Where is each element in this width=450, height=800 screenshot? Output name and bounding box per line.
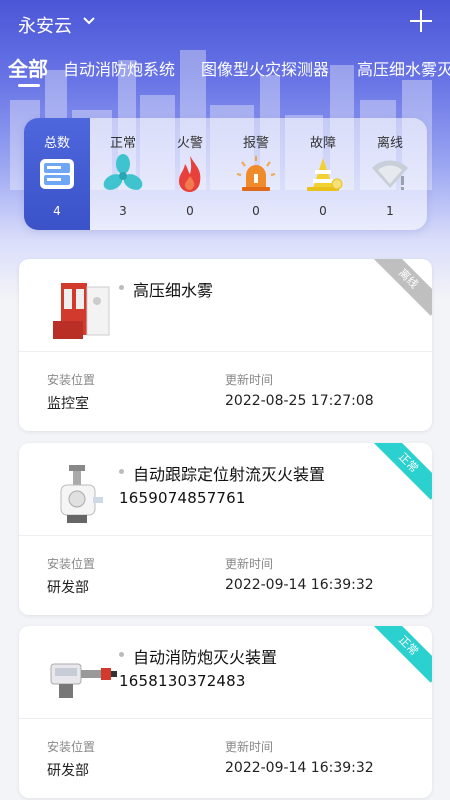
stat-fire[interactable]: 火警 0 — [157, 118, 223, 230]
location-label: 安装位置 — [47, 740, 96, 754]
header-background: 永安云 全部 自动消防炮系统 图像型火灾探测器 高压细水雾灭 总数 4 正常 3… — [0, 0, 450, 300]
stat-label: 正常 — [109, 136, 136, 151]
tab-high-pressure-mist[interactable]: 高压细水雾灭 — [357, 56, 450, 80]
status-badge: 正常 — [371, 626, 432, 683]
tab-all[interactable]: 全部 — [8, 56, 48, 82]
location-value: 研发部 — [47, 580, 89, 596]
chevron-down-icon[interactable] — [82, 14, 96, 28]
bullet-dot — [119, 652, 124, 657]
stat-offline[interactable]: 离线 1 — [357, 118, 423, 230]
location-label: 安装位置 — [47, 373, 96, 387]
siren-icon — [236, 156, 276, 191]
location-value: 监控室 — [47, 396, 89, 412]
stat-count: 0 — [252, 204, 260, 218]
bullet-dot — [119, 469, 124, 474]
device-code: 1658130372483 — [119, 672, 246, 690]
top-bar: 永安云 — [0, 0, 450, 48]
list-icon — [40, 159, 74, 189]
stat-label: 总数 — [43, 136, 70, 151]
device-name: 自动跟踪定位射流灭火装置 — [133, 465, 326, 484]
stat-label: 离线 — [376, 136, 403, 151]
status-badge: 正常 — [371, 443, 432, 500]
active-tab-indicator — [18, 84, 40, 87]
stat-normal[interactable]: 正常 3 — [90, 118, 156, 230]
category-tabs: 全部 自动消防炮系统 图像型火灾探测器 高压细水雾灭 — [0, 56, 450, 92]
status-summary: 总数 4 正常 3 火警 0 报警 0 故障 0 离线 1 — [24, 118, 427, 230]
device-name: 自动消防炮灭火装置 — [133, 648, 278, 667]
fire-cannon-image — [50, 663, 117, 698]
app-title[interactable]: 永安云 — [18, 12, 72, 38]
add-icon[interactable] — [410, 10, 432, 32]
updated-value: 2022-09-14 16:39:32 — [225, 577, 374, 593]
device-card[interactable]: 自动消防炮灭火装置 1658130372483 正常 安装位置 更新时间 研发部… — [19, 626, 432, 798]
location-label: 安装位置 — [47, 557, 96, 571]
water-mist-cabinet-image — [53, 283, 110, 339]
stat-total[interactable]: 总数 4 — [24, 118, 90, 230]
tab-image-fire-detector[interactable]: 图像型火灾探测器 — [201, 56, 329, 80]
stat-alarm[interactable]: 报警 0 — [223, 118, 289, 230]
device-card[interactable]: 自动跟踪定位射流灭火装置 1659074857761 正常 安装位置 更新时间 … — [19, 443, 432, 615]
cone-icon — [307, 158, 343, 191]
device-card[interactable]: 高压细水雾 离线 安装位置 更新时间 监控室 2022-08-25 17:27:… — [19, 259, 432, 431]
stat-fault[interactable]: 故障 0 — [290, 118, 356, 230]
stat-count: 0 — [186, 204, 194, 218]
stat-count: 0 — [319, 204, 327, 218]
divider — [19, 351, 432, 352]
bullet-dot — [119, 285, 124, 290]
location-value: 研发部 — [47, 763, 89, 779]
jet-extinguisher-image — [60, 465, 103, 523]
stat-count: 3 — [119, 204, 127, 218]
updated-value: 2022-08-25 17:27:08 — [225, 393, 374, 409]
stat-count: 4 — [53, 204, 61, 218]
device-name: 高压细水雾 — [133, 281, 214, 300]
stat-count: 1 — [386, 204, 394, 218]
divider — [19, 535, 432, 536]
updated-label: 更新时间 — [225, 557, 274, 571]
updated-label: 更新时间 — [225, 740, 274, 754]
stat-label: 火警 — [176, 136, 203, 151]
stat-label: 报警 — [242, 136, 269, 151]
stat-label: 故障 — [309, 136, 336, 151]
offline-icon — [372, 160, 408, 190]
fan-icon — [103, 154, 143, 190]
flame-icon — [179, 156, 201, 192]
updated-value: 2022-09-14 16:39:32 — [225, 760, 374, 776]
updated-label: 更新时间 — [225, 373, 274, 387]
device-code: 1659074857761 — [119, 489, 246, 507]
tab-auto-fire-cannon[interactable]: 自动消防炮系统 — [63, 56, 175, 80]
status-badge: 离线 — [371, 259, 432, 316]
divider — [19, 718, 432, 719]
